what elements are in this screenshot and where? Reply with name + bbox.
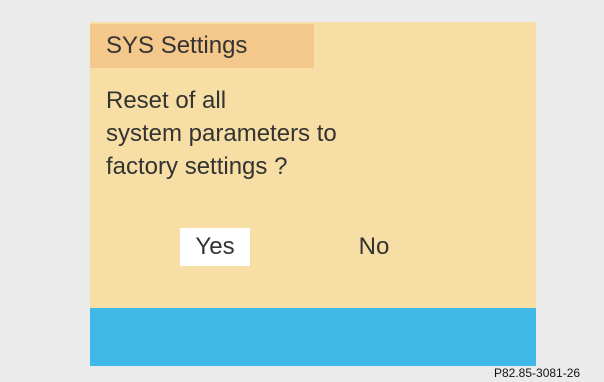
status-bar	[90, 308, 536, 366]
display-screen: SYS Settings Reset of all system paramet…	[90, 22, 536, 366]
message-line: factory settings ?	[106, 153, 288, 180]
message-line: Reset of all	[106, 87, 227, 114]
dialog-title: SYS Settings	[106, 32, 248, 59]
figure-reference: P82.85-3081-26	[494, 366, 581, 380]
no-button[interactable]: No	[352, 228, 396, 266]
message-line: system parameters to	[106, 120, 337, 147]
yes-button[interactable]: Yes	[180, 228, 250, 266]
confirmation-message: Reset of all system parameters to factor…	[106, 84, 526, 183]
title-bar: SYS Settings	[90, 24, 314, 68]
